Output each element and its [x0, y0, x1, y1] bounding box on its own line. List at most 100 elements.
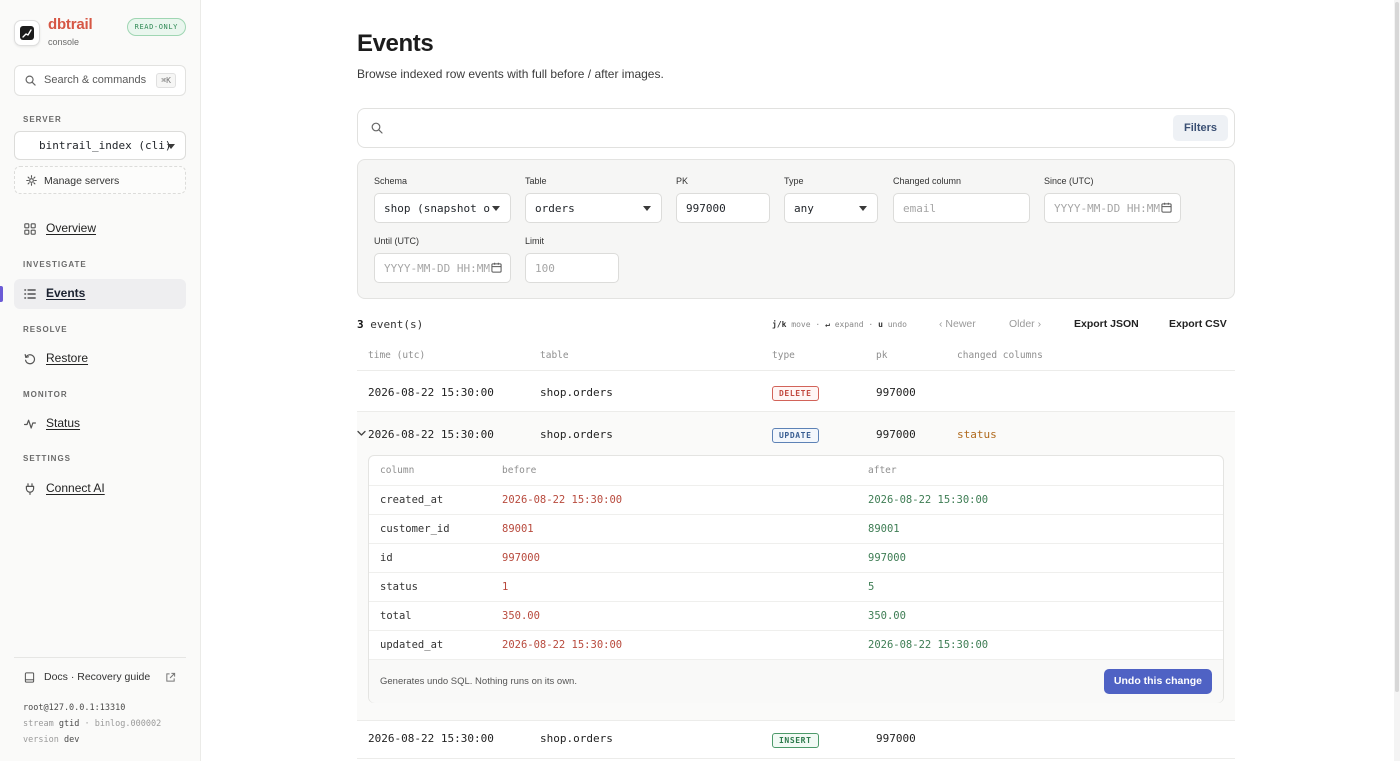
cell-table: shop.orders: [540, 386, 613, 399]
since-label: Since (UTC): [1044, 176, 1094, 186]
nav-item-restore[interactable]: Restore: [14, 344, 186, 374]
manage-servers-button[interactable]: Manage servers: [14, 166, 186, 194]
column-header-changed[interactable]: changed columns: [957, 350, 1043, 361]
schema-select[interactable]: shop (snapshot o: [374, 193, 511, 223]
schema-label: Schema: [374, 176, 408, 186]
newer-button[interactable]: ‹ Newer: [939, 318, 976, 330]
since-input[interactable]: YYYY-MM-DD HH:MM: [1044, 193, 1181, 223]
diff-after: 2026-08-22 15:30:00: [868, 639, 989, 651]
manage-servers-label: Manage servers: [44, 175, 120, 187]
stream-value: gtid: [58, 719, 80, 729]
until-placeholder: YYYY-MM-DD HH:MM: [384, 262, 490, 275]
scrollbar-track[interactable]: [1394, 0, 1400, 761]
brand-subtitle: console: [48, 37, 80, 47]
changed-column-label: Changed column: [893, 176, 962, 186]
column-header-type[interactable]: type: [772, 350, 795, 361]
table-select-value: orders: [535, 202, 575, 215]
nav-item-overview[interactable]: Overview: [14, 214, 186, 244]
export-csv-button[interactable]: Export CSV: [1169, 318, 1227, 330]
chevron-down-icon: [167, 144, 175, 149]
limit-label: Limit: [525, 236, 545, 246]
version-info: version dev: [23, 735, 79, 745]
event-count-value: 3: [357, 318, 364, 331]
nav-label-status: Status: [46, 416, 81, 430]
event-count: 3 event(s): [357, 318, 423, 331]
nav-item-connect-ai[interactable]: Connect AI: [14, 474, 186, 504]
cell-time: 2026-08-22 15:30:00: [368, 428, 494, 441]
event-search-bar: Filters: [357, 108, 1235, 148]
diff-column: updated_at: [380, 639, 444, 651]
pk-label: PK: [676, 176, 689, 186]
diff-header-column: column: [380, 465, 415, 476]
column-header-pk[interactable]: pk: [876, 350, 887, 361]
section-label-resolve: RESOLVE: [23, 325, 68, 334]
export-json-button[interactable]: Export JSON: [1074, 318, 1139, 330]
pk-input[interactable]: 997000: [676, 193, 770, 223]
external-link-icon: [166, 672, 176, 682]
diff-column: customer_id: [380, 523, 450, 535]
calendar-icon[interactable]: [1161, 202, 1172, 213]
plug-icon: [25, 483, 35, 495]
diff-after: 2026-08-22 15:30:00: [868, 494, 989, 506]
diff-after: 350.00: [868, 610, 906, 622]
search-icon: [371, 122, 383, 134]
nav-item-status[interactable]: Status: [14, 409, 186, 439]
nav-label-events: Events: [46, 286, 86, 300]
nav-label-restore: Restore: [46, 351, 89, 365]
event-search-input[interactable]: [392, 118, 1192, 140]
book-icon: [24, 672, 35, 683]
chevron-down-icon[interactable]: [357, 430, 366, 437]
activity-icon: [24, 419, 36, 429]
binlog-value: binlog.000002: [94, 719, 162, 729]
logo: [14, 20, 40, 46]
limit-input[interactable]: 100: [525, 253, 619, 283]
diff-before: 2026-08-22 15:30:00: [502, 494, 623, 506]
calendar-icon[interactable]: [491, 262, 502, 273]
nav-label-connect-ai: Connect AI: [46, 481, 105, 495]
type-select[interactable]: any: [784, 193, 878, 223]
command-search-button[interactable]: Search & commands ⌘K: [14, 65, 186, 96]
column-header-time[interactable]: time (utc): [368, 350, 425, 361]
diff-after: 5: [868, 581, 875, 593]
page-title: Events: [357, 30, 434, 57]
table-label: Table: [525, 176, 547, 186]
limit-placeholder: 100: [535, 262, 555, 275]
cell-table: shop.orders: [540, 428, 613, 441]
table-select[interactable]: orders: [525, 193, 662, 223]
diff-before: 1: [502, 581, 509, 593]
column-header-table[interactable]: table: [540, 350, 569, 361]
diff-row: updated_at 2026-08-22 15:30:00 2026-08-2…: [369, 630, 1223, 659]
keyboard-hints: j/k move · ↵ expand · u undo: [772, 320, 907, 329]
hint-expand: expand: [834, 320, 864, 329]
brand-name: dbtrail: [48, 16, 93, 33]
docs-link-label: Docs · Recovery guide: [44, 671, 151, 683]
changed-column-placeholder: email: [903, 202, 937, 215]
list-icon: [24, 289, 36, 299]
section-label-investigate: INVESTIGATE: [23, 260, 87, 269]
page-subtitle: Browse indexed row events with full befo…: [357, 67, 664, 81]
undo-change-button[interactable]: Undo this change: [1103, 669, 1212, 694]
older-button[interactable]: Older ›: [1009, 318, 1041, 330]
cell-table: shop.orders: [540, 732, 613, 745]
until-input[interactable]: YYYY-MM-DD HH:MM: [374, 253, 511, 283]
stream-separator: ·: [84, 719, 90, 729]
diff-row: total 350.00 350.00: [369, 601, 1223, 630]
hint-undo-key: u: [878, 320, 883, 329]
nav-item-events[interactable]: Events: [14, 279, 186, 309]
since-placeholder: YYYY-MM-DD HH:MM: [1054, 202, 1160, 215]
sidebar: dbtrail console READ-ONLY Search & comma…: [0, 0, 201, 761]
diff-before: 997000: [502, 552, 540, 564]
changed-column-input[interactable]: email: [893, 193, 1030, 223]
diff-after: 997000: [868, 552, 906, 564]
type-label: Type: [784, 176, 804, 186]
section-label-settings: SETTINGS: [23, 454, 72, 463]
server-select[interactable]: bintrail_index (cli): [14, 131, 186, 160]
diff-before: 89001: [502, 523, 534, 535]
diff-column: id: [380, 552, 393, 564]
scrollbar-thumb[interactable]: [1395, 2, 1399, 692]
diff-column: created_at: [380, 494, 444, 506]
hint-move-key: j/k: [772, 320, 787, 329]
filters-button[interactable]: Filters: [1172, 115, 1228, 141]
docs-link[interactable]: Docs · Recovery guide: [14, 667, 186, 689]
server-select-value: bintrail_index (cli): [39, 139, 172, 152]
